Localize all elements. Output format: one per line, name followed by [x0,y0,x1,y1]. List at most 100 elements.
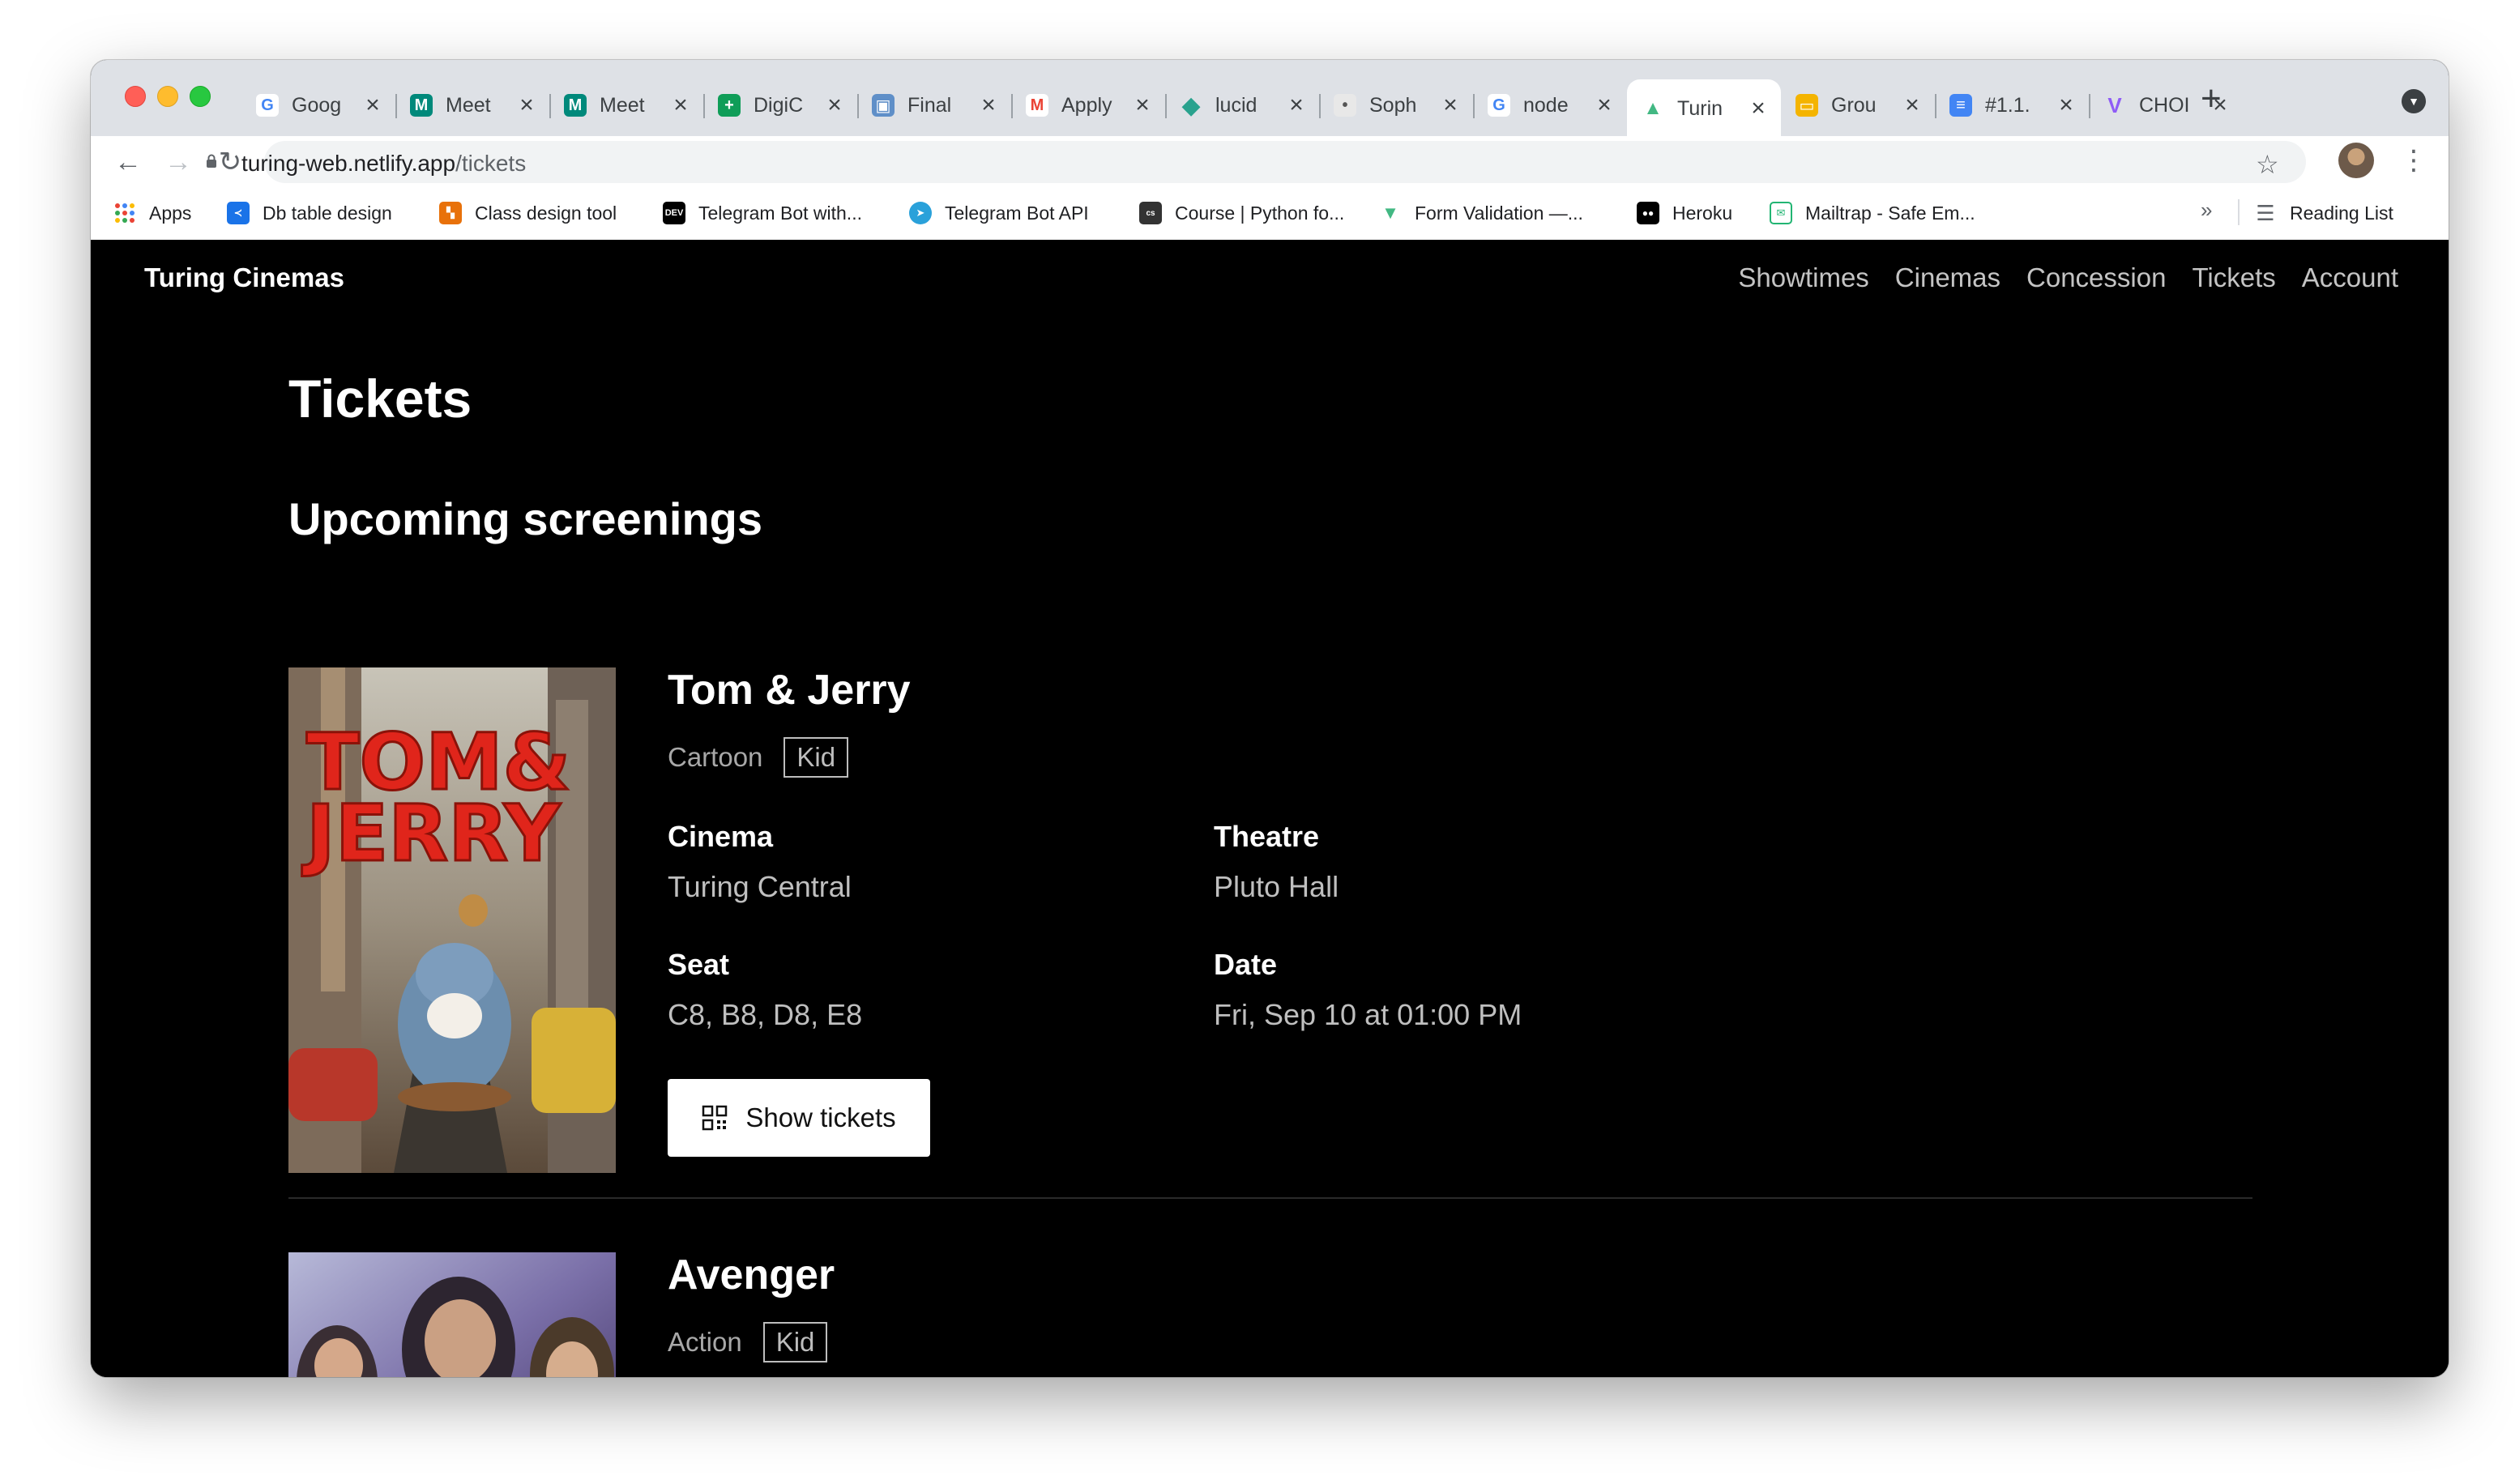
vue-icon: ▼ [1381,203,1399,223]
site-brand[interactable]: Turing Cinemas [144,262,344,293]
browser-window: G Goog × M Meet × M Meet × + DigiC × ▣ F [91,60,2449,1377]
tab-title: Apply [1061,93,1112,117]
browser-tab[interactable]: M Meet × [395,79,549,131]
browser-tab[interactable]: G Goog × [241,79,395,131]
maximize-window-button[interactable] [190,86,211,107]
show-tickets-label: Show tickets [745,1102,896,1132]
movie-poster: TOM& JERRY [288,667,616,1173]
date-label: Date [1214,948,1278,981]
close-tab-icon[interactable]: × [823,93,846,117]
gmail-icon: M [1026,94,1048,117]
tab-search-icon[interactable]: ▼ [2402,89,2426,113]
more-bookmarks-icon[interactable]: » [2201,198,2212,223]
browser-tab-active[interactable]: ▲ Turin × [1627,79,1781,138]
url-host: turing-web.netlify.app [241,151,456,176]
bookmark-label: Class design tool [475,202,617,224]
tab-title: Meet [600,93,645,117]
tab-title: Soph [1369,93,1417,117]
dbdesign-icon: ≺ [227,202,250,224]
reading-list-button[interactable]: ☰ Reading List [2254,199,2393,227]
bookmark-db-table-design[interactable]: ≺ Db table design [227,199,392,227]
tab-list: G Goog × M Meet × M Meet × + DigiC × ▣ F [241,73,2243,138]
close-tab-icon[interactable]: × [1439,93,1462,117]
close-tab-icon[interactable]: × [1747,96,1770,121]
close-window-button[interactable] [125,86,146,107]
bookmark-label: Db table design [263,202,392,224]
close-tab-icon[interactable]: × [669,93,692,117]
movie-genre: Action [668,1327,742,1357]
nav-concession[interactable]: Concession [2026,262,2166,293]
reading-list-icon: ☰ [2256,200,2275,225]
browser-tab[interactable]: M Apply × [1011,79,1165,131]
seat-label: Seat [668,948,730,981]
movie-title: Tom & Jerry [668,667,911,714]
forward-icon[interactable]: → [162,146,194,178]
section-title: Upcoming screenings [288,493,763,544]
close-tab-icon[interactable]: × [1593,93,1616,117]
bookmark-form-validation[interactable]: ▼ Form Validation —... [1379,199,1583,227]
dev-icon: DEV [663,202,685,224]
site-nav: Showtimes Cinemas Concession Tickets Acc… [1738,262,2398,293]
sheets-icon: + [718,94,741,117]
tab-title: #1.1. [1985,93,2030,117]
theatre-value: Pluto Hall [1214,870,1339,903]
lucid-icon: ◆ [1181,92,1201,119]
bookmark-star-icon[interactable]: ☆ [2256,149,2279,180]
tab-strip: G Goog × M Meet × M Meet × + DigiC × ▣ F [91,60,2449,138]
bookmark-apps[interactable]: Apps [113,199,191,227]
close-tab-icon[interactable]: × [2055,93,2077,117]
apps-grid-icon [113,202,136,224]
browser-tab[interactable]: ◆ lucid × [1165,79,1319,131]
poster-title-line2: JERRY [301,788,561,879]
bookmark-telegram-bot-with[interactable]: DEV Telegram Bot with... [663,199,862,227]
browser-tab[interactable]: + DigiC × [703,79,857,131]
show-tickets-button[interactable]: Show tickets [668,1079,930,1157]
qr-code-icon [702,1105,728,1131]
nav-cinemas[interactable]: Cinemas [1895,262,2000,293]
tab-title: CHOI [2139,93,2190,117]
nav-tickets[interactable]: Tickets [2192,262,2275,293]
bookmark-course-python[interactable]: cs Course | Python fo... [1139,199,1344,227]
close-tab-icon[interactable]: × [1901,93,1924,117]
profile-avatar[interactable] [2338,143,2374,178]
browser-tab[interactable]: ▭ Grou × [1781,79,1935,131]
bookmark-mailtrap[interactable]: ✉ Mailtrap - Safe Em... [1770,199,1975,227]
back-icon[interactable]: ← [112,146,144,178]
menu-kebab-icon[interactable]: ⋮ [2400,144,2427,177]
nav-account[interactable]: Account [2302,262,2398,293]
bookmark-label: Form Validation —... [1415,202,1583,224]
slides-icon: ▭ [1796,94,1818,117]
movie-genre: Cartoon [668,742,763,772]
bookmark-heroku[interactable]: ●● Heroku [1637,199,1732,227]
new-tab-button[interactable]: + [2201,81,2222,117]
date-value: Fri, Sep 10 at 01:00 PM [1214,998,1522,1031]
browser-tab[interactable]: ▣ Final × [857,79,1011,131]
browser-tab[interactable]: • Soph × [1319,79,1473,131]
close-tab-icon[interactable]: × [361,93,384,117]
reading-list-label: Reading List [2290,202,2393,224]
ticket-card: TOM& JERRY Tom & Jerry Cartoon Kid Cinem… [288,667,2233,1173]
close-tab-icon[interactable]: × [515,93,538,117]
bookmark-label: Apps [149,202,192,224]
nav-showtimes[interactable]: Showtimes [1738,262,1868,293]
browser-tab[interactable]: M Meet × [549,79,703,131]
tom-jerry-poster-image: TOM& JERRY [288,667,616,1173]
bookmarks-divider [2238,199,2240,225]
tab-title: lucid [1215,93,1258,117]
close-tab-icon[interactable]: × [1285,93,1308,117]
tab-title: Meet [446,93,491,117]
bookmark-telegram-bot-api[interactable]: ➤ Telegram Bot API [909,199,1089,227]
bookmark-label: Course | Python fo... [1175,202,1345,224]
close-tab-icon[interactable]: × [977,93,1000,117]
rating-badge: Kid [762,1322,828,1362]
close-tab-icon[interactable]: × [1131,93,1154,117]
movie-poster [288,1252,616,1377]
bookmark-class-design-tool[interactable]: ▚ Class design tool [439,199,617,227]
bookmark-label: Telegram Bot API [945,202,1089,224]
minimize-window-button[interactable] [157,86,178,107]
address-bar[interactable]: turing-web.netlify.app/tickets ☆ [207,141,2306,183]
ticket-divider [288,1197,2252,1199]
browser-tab[interactable]: G node × [1473,79,1627,131]
bookmark-label: Telegram Bot with... [698,202,862,224]
browser-tab[interactable]: ≡ #1.1. × [1935,79,2089,131]
